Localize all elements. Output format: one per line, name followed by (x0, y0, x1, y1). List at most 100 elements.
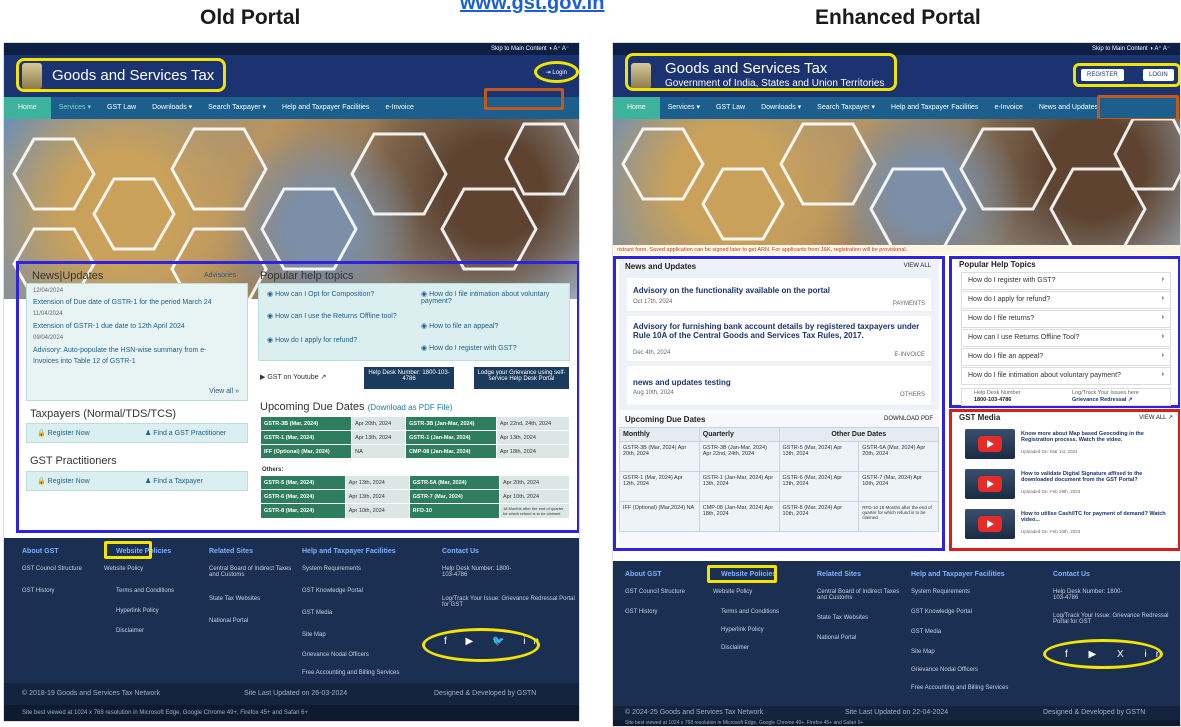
help-row[interactable]: How do I file an appeal? › (961, 348, 1171, 366)
video-thumbnail[interactable] (965, 509, 1015, 539)
news-card-title: Advisory on the functionality available … (633, 286, 830, 295)
footer-link[interactable]: Central Board of Indirect Taxes and Cust… (817, 589, 902, 601)
footer-link[interactable]: Terms and Conditions (116, 588, 174, 594)
footer-link[interactable]: Free Accounting and Billing Services (911, 685, 1008, 691)
find-taxpayer-link[interactable]: ♟ Find a Taxpayer (145, 477, 203, 485)
nav-help-facilities[interactable]: Help and Taxpayer Facilities (274, 97, 377, 119)
footer-link[interactable]: GST History (625, 609, 658, 615)
help-item[interactable]: ◉ How do I register with GST? (421, 344, 517, 352)
footer-link[interactable]: Hyperlink Policy (721, 627, 764, 633)
nav-gst-law[interactable]: GST Law (708, 97, 753, 119)
nav-home[interactable]: Home (613, 97, 660, 119)
news-view-all[interactable]: View all » (209, 388, 239, 395)
nav-downloads[interactable]: Downloads ▾ (144, 97, 200, 119)
footer-link[interactable]: Free Accounting and Billing Services (302, 670, 399, 676)
footer-link[interactable]: System Requirements (302, 566, 361, 572)
media-item-date: Uploaded On: Feb 29th, 2024 (1021, 489, 1081, 494)
news-card[interactable]: Advisory for furnishing bank account det… (627, 316, 931, 362)
footer-link[interactable]: GST Knowledge Portal (302, 588, 363, 594)
footer-link[interactable]: Site Map (911, 649, 935, 655)
footer-link[interactable]: Disclaimer (116, 628, 144, 634)
news-link[interactable]: Extension of GSTR-1 due date to 12th Apr… (33, 323, 185, 330)
help-row[interactable]: How do I file returns? › (961, 310, 1171, 328)
footer-link[interactable]: System Requirements (911, 589, 970, 595)
footer-link[interactable]: Site Map (302, 632, 326, 638)
footer-link[interactable]: GST Media (302, 610, 332, 616)
footer-link[interactable]: National Portal (817, 635, 856, 641)
footer-link[interactable]: Grievance Nodal Officers (302, 652, 369, 658)
footer-link[interactable]: State Tax Websites (817, 615, 868, 621)
enhanced-portal-heading: Enhanced Portal (815, 6, 981, 29)
nav-services[interactable]: Services ▾ (51, 97, 99, 119)
footer-link[interactable]: Hyperlink Policy (116, 608, 159, 614)
track-label: Log/Track Your Issues here (1072, 390, 1139, 396)
footer-link[interactable]: State Tax Websites (209, 596, 260, 602)
youtube-link[interactable]: ▶ GST on Youtube ↗ (260, 373, 326, 381)
news-link[interactable]: Extension of Due date of GSTR-1 for the … (33, 299, 212, 306)
download-pdf-link[interactable]: DOWNLOAD PDF (884, 416, 933, 422)
grievance-link[interactable]: Grievance Redressal ↗ (1072, 397, 1133, 403)
footer-link[interactable]: GST Council Structure (625, 589, 685, 595)
footer-link[interactable]: GST Media (911, 629, 941, 635)
highlight-website-policy (707, 565, 777, 583)
news-link[interactable]: Advisory: Auto-populate the HSN-wise sum… (33, 347, 207, 354)
old-copyright-bar: © 2018-19 Goods and Services Tax Network… (4, 683, 579, 705)
footer-link[interactable]: Central Board of Indirect Taxes and Cust… (209, 566, 294, 578)
footer-link[interactable]: Terms and Conditions (721, 609, 779, 615)
help-row[interactable]: How can I use Returns Offline Tool? › (961, 329, 1171, 347)
register-now-link[interactable]: 🔒 Register Now (37, 477, 90, 485)
nav-search-taxpayer[interactable]: Search Taxpayer ▾ (809, 97, 883, 119)
help-item[interactable]: ◉ How do I file intimation about volunta… (421, 290, 566, 305)
news-view-all[interactable]: VIEW ALL (904, 263, 931, 269)
download-pdf-link[interactable]: (Download as PDF File) (368, 403, 453, 412)
register-now-link[interactable]: 🔒 Register Now (37, 429, 90, 437)
footer-link[interactable]: National Portal (209, 618, 248, 624)
news-card[interactable]: Advisory on the functionality available … (627, 278, 931, 312)
footer-link[interactable]: Website Policy (713, 589, 752, 595)
footer-contact[interactable]: Log/Track Your Issue: Grievance Redressa… (442, 596, 577, 608)
portal-url-link[interactable]: www.gst.gov.in (460, 0, 604, 15)
help-item[interactable]: ◉ How do I apply for refund? (267, 336, 357, 344)
footer-link[interactable]: GST History (22, 588, 55, 594)
nav-help-facilities[interactable]: Help and Taxpayer Facilities (883, 97, 986, 119)
help-item[interactable]: ◉ How to file an appeal? (421, 322, 498, 330)
media-item[interactable]: How to validate Digital Signature affixe… (965, 469, 1167, 507)
old-topbar[interactable]: Skip to Main Content ◑ A⁺ A⁻ (4, 43, 579, 55)
best-viewed-text: Site best viewed at 1024 x 768 resolutio… (22, 710, 308, 716)
media-view-all[interactable]: VIEW ALL ↗ (1139, 414, 1173, 421)
media-item[interactable]: How to utilise Cash/ITC for payment of d… (965, 509, 1167, 547)
footer-link[interactable]: Grievance Nodal Officers (911, 667, 978, 673)
help-row[interactable]: How do I register with GST? › (961, 272, 1171, 290)
video-thumbnail[interactable] (965, 469, 1015, 499)
footer-link[interactable]: Website Policy (104, 566, 143, 572)
helpdesk-label: Help Desk Number (974, 390, 1021, 396)
news-date: 09/04/2024 (33, 335, 64, 341)
nav-services[interactable]: Services ▾ (660, 97, 708, 119)
nav-news-updates[interactable]: News and Updates (1031, 97, 1106, 119)
help-item[interactable]: ◉ How can I use the Returns Offline tool… (267, 312, 397, 320)
taxpayers-box: 🔒 Register Now ♟ Find a GST Practitioner (26, 423, 248, 443)
help-row[interactable]: How do I apply for refund? › (961, 291, 1171, 309)
nav-e-invoice[interactable]: e-Invoice (986, 97, 1030, 119)
nav-downloads[interactable]: Downloads ▾ (753, 97, 809, 119)
old-advisories-link[interactable]: Advisories (204, 272, 236, 279)
nav-home[interactable]: Home (4, 97, 51, 119)
footer-link[interactable]: GST Knowledge Portal (911, 609, 972, 615)
footer-contact[interactable]: Log/Track Your Issue: Grievance Redressa… (1053, 613, 1178, 625)
highlight-title-box (16, 58, 226, 92)
news-card-tag: E-INVOICE (894, 352, 925, 358)
footer-link[interactable]: Disclaimer (721, 645, 749, 651)
footer-link[interactable]: GST Council Structure (22, 566, 82, 572)
video-thumbnail[interactable] (965, 429, 1015, 459)
help-item[interactable]: ◉ How can I Opt for Composition? (267, 290, 374, 298)
help-row[interactable]: How do I file intimation about voluntary… (961, 367, 1171, 385)
news-link[interactable]: Invoices into Table 12 of GSTR-1 (33, 358, 136, 365)
find-practitioner-link[interactable]: ♟ Find a GST Practitioner (145, 429, 226, 437)
nav-gst-law[interactable]: GST Law (99, 97, 144, 119)
nav-e-invoice[interactable]: e-Invoice (377, 97, 421, 119)
news-card[interactable]: news and updates testing Aug 10th, 2024 … (627, 366, 931, 406)
old-grievance-link[interactable]: Lodge your Grievance using self-service … (474, 367, 569, 389)
media-item[interactable]: Know more about Map based Geocoding in t… (965, 429, 1167, 467)
practitioners-title: GST Practitioners (30, 455, 117, 467)
nav-search-taxpayer[interactable]: Search Taxpayer ▾ (200, 97, 274, 119)
